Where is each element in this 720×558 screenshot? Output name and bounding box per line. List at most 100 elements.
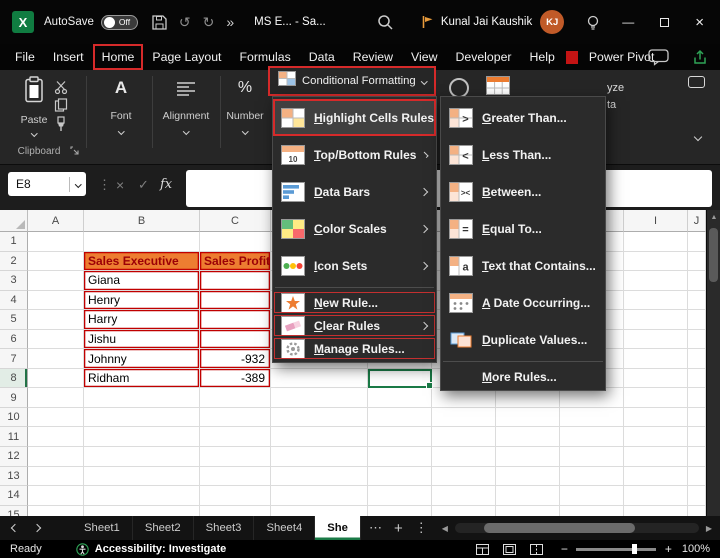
row-header-6[interactable]: 6 (0, 330, 28, 350)
menu-tab-developer[interactable]: Developer (446, 44, 520, 70)
sheet-nav-right-icon[interactable] (33, 524, 41, 532)
row-header-5[interactable]: 5 (0, 310, 28, 330)
cell-B12[interactable] (84, 447, 200, 467)
cell-B8[interactable]: Ridham (84, 369, 200, 389)
row-header-12[interactable]: 12 (0, 447, 28, 467)
accessibility-status[interactable]: Accessibility: Investigate (95, 543, 226, 555)
cell-C3[interactable] (200, 271, 271, 291)
cell-I4[interactable] (624, 291, 688, 311)
page-break-view-icon[interactable] (530, 544, 543, 555)
cell-H15[interactable] (560, 506, 624, 516)
sheet-tab-she[interactable]: She (315, 516, 361, 540)
cell-J11[interactable] (688, 427, 706, 447)
cell-C8[interactable]: -389 (200, 369, 271, 389)
cell-C11[interactable] (200, 427, 271, 447)
cell-C5[interactable] (200, 310, 271, 330)
cell-J4[interactable] (688, 291, 706, 311)
cell-C4[interactable] (200, 291, 271, 311)
new-sheet-icon[interactable]: + (394, 520, 403, 537)
cell-F11[interactable] (432, 427, 496, 447)
sheet-tab-sheet2[interactable]: Sheet2 (133, 516, 194, 540)
zoom-slider-thumb[interactable] (632, 544, 637, 554)
cell-A6[interactable] (28, 330, 84, 350)
cell-F12[interactable] (432, 447, 496, 467)
row-header-1[interactable]: 1 (0, 232, 28, 252)
cell-C13[interactable] (200, 467, 271, 487)
cell-I13[interactable] (624, 467, 688, 487)
cell-I8[interactable] (624, 369, 688, 389)
menu-item-new-rule[interactable]: New Rule... (273, 291, 436, 314)
clipboard-dialog-launcher-icon[interactable] (70, 142, 79, 160)
font-group-button[interactable]: A Font (94, 74, 148, 134)
close-button[interactable]: × (695, 14, 704, 31)
menu-item-icon-sets[interactable]: Icon Sets (273, 247, 436, 284)
cell-D13[interactable] (271, 467, 368, 487)
cell-D9[interactable] (271, 388, 368, 408)
cell-C2[interactable]: Sales Profit (200, 252, 271, 272)
cell-B11[interactable] (84, 427, 200, 447)
menu-item-duplicate-values[interactable]: Duplicate Values... (441, 321, 605, 358)
col-header-A[interactable]: A (28, 210, 84, 232)
cell-B2[interactable]: Sales Executive (84, 252, 200, 272)
scroll-right-icon[interactable]: ▶ (706, 524, 712, 533)
cell-A13[interactable] (28, 467, 84, 487)
cell-J12[interactable] (688, 447, 706, 467)
cell-B10[interactable] (84, 408, 200, 428)
cell-C9[interactable] (200, 388, 271, 408)
autosave-toggle[interactable]: Off (101, 15, 138, 30)
cell-A4[interactable] (28, 291, 84, 311)
cell-C12[interactable] (200, 447, 271, 467)
format-painter-icon[interactable] (54, 116, 68, 132)
cell-D11[interactable] (271, 427, 368, 447)
redo-icon[interactable]: ↻ (203, 14, 215, 31)
maximize-button[interactable] (660, 18, 669, 27)
cell-F14[interactable] (432, 486, 496, 506)
share-icon[interactable] (692, 49, 708, 65)
menu-item-highlight-cells-rules[interactable]: Highlight Cells Rules (273, 99, 436, 136)
row-header-11[interactable]: 11 (0, 427, 28, 447)
copy-icon[interactable] (54, 98, 68, 112)
cell-B15[interactable] (84, 506, 200, 516)
cell-B13[interactable] (84, 467, 200, 487)
cell-B4[interactable]: Henry (84, 291, 200, 311)
menu-tab-help[interactable]: Help (521, 44, 564, 70)
cell-F13[interactable] (432, 467, 496, 487)
cell-J15[interactable] (688, 506, 706, 516)
col-header-C[interactable]: C (200, 210, 271, 232)
cell-B1[interactable] (84, 232, 200, 252)
menu-item-clear-rules[interactable]: Clear Rules (273, 314, 436, 337)
cell-G12[interactable] (496, 447, 560, 467)
shape-circle-icon[interactable] (449, 78, 469, 98)
vertical-scrollbar[interactable]: ▲ (706, 210, 720, 516)
paste-button[interactable]: Paste (14, 76, 54, 140)
cell-E10[interactable] (368, 408, 432, 428)
cell-A1[interactable] (28, 232, 84, 252)
conditional-formatting-button[interactable]: Conditional Formatting (268, 66, 436, 96)
page-layout-view-icon[interactable] (503, 544, 516, 555)
row-header-13[interactable]: 13 (0, 467, 28, 487)
cell-E9[interactable] (368, 388, 432, 408)
cell-I2[interactable] (624, 252, 688, 272)
cell-I1[interactable] (624, 232, 688, 252)
cell-C6[interactable] (200, 330, 271, 350)
cell-D12[interactable] (271, 447, 368, 467)
zoom-level[interactable]: 100% (682, 543, 710, 555)
cell-F9[interactable] (432, 388, 496, 408)
cell-J2[interactable] (688, 252, 706, 272)
cell-A15[interactable] (28, 506, 84, 516)
horizontal-scrollbar-track[interactable] (455, 523, 699, 533)
cell-I5[interactable] (624, 310, 688, 330)
cell-A2[interactable] (28, 252, 84, 272)
col-header-J[interactable]: J (688, 210, 706, 232)
cell-J3[interactable] (688, 271, 706, 291)
more-sheets-icon[interactable]: ⋯ (369, 520, 382, 536)
scroll-up-icon[interactable]: ▲ (707, 210, 720, 224)
row-header-3[interactable]: 3 (0, 271, 28, 291)
undo-icon[interactable]: ↺ (179, 14, 191, 31)
cell-J7[interactable] (688, 349, 706, 369)
cell-I10[interactable] (624, 408, 688, 428)
user-name[interactable]: Kunal Jai Kaushik (441, 16, 532, 28)
cell-J14[interactable] (688, 486, 706, 506)
cell-D8[interactable] (271, 369, 368, 389)
cell-B5[interactable]: Harry (84, 310, 200, 330)
